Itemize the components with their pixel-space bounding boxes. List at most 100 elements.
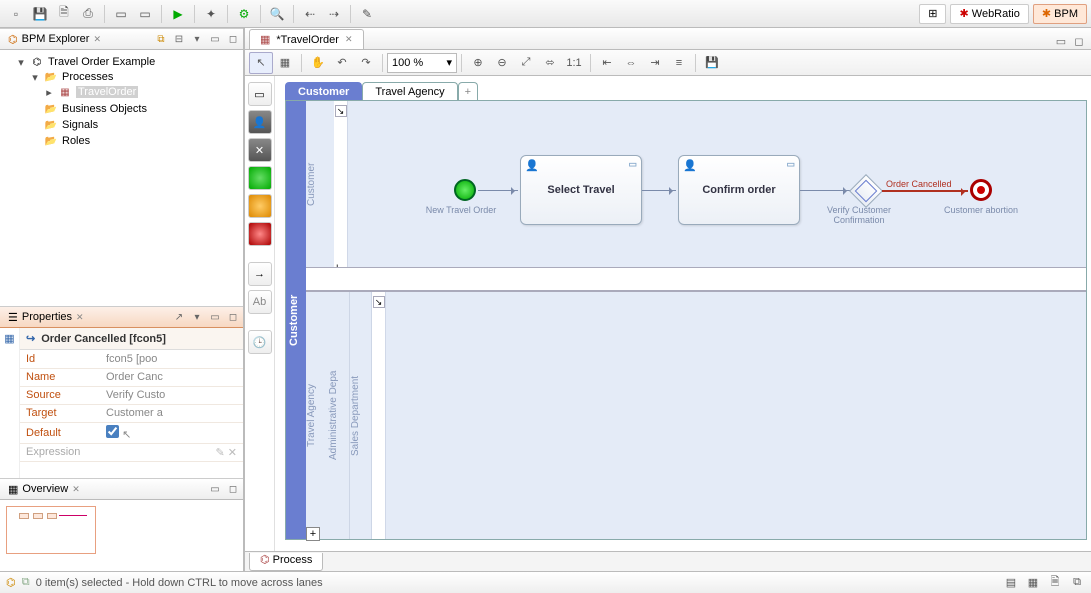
- zoom-combo[interactable]: 100 %▾: [387, 53, 457, 73]
- new-icon[interactable]: ▫: [5, 3, 27, 25]
- zoom-out-icon[interactable]: ⊖: [490, 52, 514, 74]
- palette-start-event-icon[interactable]: [248, 166, 272, 190]
- tree-business-objects[interactable]: Business Objects: [62, 103, 147, 115]
- tree-roles[interactable]: Roles: [62, 135, 90, 147]
- align-left-icon[interactable]: ⇤: [595, 52, 619, 74]
- minimize-icon[interactable]: ▭: [1053, 33, 1069, 49]
- minimize-icon[interactable]: ▭: [207, 309, 223, 325]
- chart-icon[interactable]: ✦: [200, 3, 222, 25]
- save-all-icon[interactable]: 🗎: [53, 3, 75, 25]
- close-icon[interactable]: ✕: [345, 34, 353, 45]
- minimize-icon[interactable]: ▭: [207, 481, 223, 497]
- search-icon[interactable]: 🔍: [266, 3, 288, 25]
- close-icon[interactable]: ✕: [72, 484, 80, 495]
- sequence-flow[interactable]: [642, 190, 676, 191]
- palette-gateway-icon[interactable]: ✕: [248, 138, 272, 162]
- collapse-all-icon[interactable]: ⊟: [171, 31, 187, 47]
- prop-name-value[interactable]: Order Canc: [100, 368, 243, 386]
- overview-thumbnail[interactable]: [6, 506, 96, 554]
- pan-tool-icon[interactable]: ✋: [306, 52, 330, 74]
- diagram-canvas[interactable]: Customer Travel Agency + Customer + Cust…: [275, 76, 1091, 551]
- palette-intermediate-event-icon[interactable]: [248, 194, 272, 218]
- webratio-perspective[interactable]: ✱ WebRatio: [950, 4, 1028, 24]
- expand-icon[interactable]: ▾: [30, 71, 40, 84]
- lane-expand-icon[interactable]: ↘: [335, 105, 347, 117]
- sequence-flow-order-cancelled[interactable]: [882, 190, 968, 192]
- zoom-actual-icon[interactable]: 1:1: [562, 52, 586, 74]
- prop-expression-value[interactable]: ✎ ✕: [100, 443, 243, 461]
- tree-travelorder[interactable]: TravelOrder: [76, 86, 138, 98]
- view-menu-icon[interactable]: ▾: [189, 309, 205, 325]
- expand-icon[interactable]: ▸: [44, 86, 54, 99]
- view-menu-icon[interactable]: ▾: [189, 31, 205, 47]
- minimize-icon[interactable]: ▭: [207, 31, 223, 47]
- close-icon[interactable]: ✕: [76, 312, 84, 323]
- maximize-icon[interactable]: ◻: [225, 309, 241, 325]
- align-center-icon[interactable]: ⇔: [619, 52, 643, 74]
- undo-icon[interactable]: ↶: [330, 52, 354, 74]
- pool-tab-add[interactable]: +: [458, 82, 478, 100]
- properties-category[interactable]: ▦: [0, 328, 20, 478]
- tool-a-icon[interactable]: ▭: [110, 3, 132, 25]
- pool-customer[interactable]: Customer + Customer ↘ + New Travel Order: [285, 100, 1087, 540]
- status-btn-b-icon[interactable]: ▦: [1025, 575, 1041, 591]
- properties-tab[interactable]: ☰ Properties ✕: [2, 307, 90, 327]
- status-btn-a-icon[interactable]: ▤: [1003, 575, 1019, 591]
- gear-green-icon[interactable]: ⚙: [233, 3, 255, 25]
- expand-icon[interactable]: ▾: [16, 56, 26, 69]
- nav-back-icon[interactable]: ⇠: [299, 3, 321, 25]
- sequence-flow[interactable]: [478, 190, 518, 191]
- prop-default-checkbox[interactable]: [106, 425, 119, 438]
- status-btn-d-icon[interactable]: ⧉: [1069, 575, 1085, 591]
- lane-expand-icon[interactable]: ↘: [373, 296, 385, 308]
- palette-annotation-icon[interactable]: Ab: [248, 290, 272, 314]
- zoom-width-icon[interactable]: ⬄: [538, 52, 562, 74]
- overview-tab[interactable]: ▦ Overview ✕: [2, 479, 86, 499]
- editor-tab-travelorder[interactable]: ▦ *TravelOrder ✕: [249, 29, 364, 49]
- select-tool-icon[interactable]: ↖: [249, 52, 273, 74]
- end-event[interactable]: [970, 179, 992, 201]
- palette-task-icon[interactable]: 👤: [248, 110, 272, 134]
- tree-root[interactable]: Travel Order Example: [48, 56, 155, 68]
- task-select-travel[interactable]: 👤 ▭ Select Travel: [520, 155, 642, 225]
- lane-collapsed[interactable]: [306, 267, 1086, 291]
- explorer-tab[interactable]: ⌬ BPM Explorer ✕: [2, 29, 107, 49]
- lane-customer[interactable]: Customer ↘ + New Travel Order: [306, 101, 1086, 267]
- run-icon[interactable]: ▶: [167, 3, 189, 25]
- start-event[interactable]: [454, 179, 476, 201]
- close-icon[interactable]: ✕: [93, 34, 101, 45]
- open-perspective-button[interactable]: ⊞: [919, 4, 946, 24]
- task-confirm-order[interactable]: 👤 ▭ Confirm order: [678, 155, 800, 225]
- redo-icon[interactable]: ↷: [354, 52, 378, 74]
- pin-icon[interactable]: ↗: [171, 309, 187, 325]
- pool-tab-customer[interactable]: Customer: [285, 82, 362, 100]
- editor-bottom-tab-process[interactable]: ⌬ Process: [249, 553, 323, 571]
- overview-body[interactable]: [0, 500, 243, 560]
- maximize-icon[interactable]: ◻: [1071, 33, 1087, 49]
- sequence-flow[interactable]: [800, 190, 850, 191]
- palette-pool-icon[interactable]: ▭: [248, 82, 272, 106]
- palette-end-event-icon[interactable]: [248, 222, 272, 246]
- save-image-icon[interactable]: 💾: [700, 52, 724, 74]
- maximize-icon[interactable]: ◻: [225, 481, 241, 497]
- nav-fwd-icon[interactable]: ⇢: [323, 3, 345, 25]
- link-editor-icon[interactable]: ⧉: [153, 31, 169, 47]
- gateway-verify[interactable]: [849, 174, 883, 208]
- wand-icon[interactable]: ✎: [356, 3, 378, 25]
- tool-b-icon[interactable]: ▭: [134, 3, 156, 25]
- tree-processes[interactable]: Processes: [62, 71, 113, 83]
- pool-tab-travel-agency[interactable]: Travel Agency: [362, 82, 457, 100]
- general-tab-icon[interactable]: ▦: [4, 332, 14, 478]
- palette-timer-icon[interactable]: 🕒: [248, 330, 272, 354]
- zoom-in-icon[interactable]: ⊕: [466, 52, 490, 74]
- print-icon[interactable]: ⎙: [77, 3, 99, 25]
- palette-flow-icon[interactable]: →: [248, 262, 272, 286]
- distribute-icon[interactable]: ≡: [667, 52, 691, 74]
- maximize-icon[interactable]: ◻: [225, 31, 241, 47]
- lane-travel-agency[interactable]: Travel Agency Administrative Depa Sales …: [306, 291, 1086, 539]
- bpm-perspective[interactable]: ✱ BPM: [1033, 4, 1087, 24]
- marquee-tool-icon[interactable]: ▦: [273, 52, 297, 74]
- save-icon[interactable]: 💾: [29, 3, 51, 25]
- align-right-icon[interactable]: ⇥: [643, 52, 667, 74]
- status-btn-c-icon[interactable]: 🗎: [1047, 575, 1063, 591]
